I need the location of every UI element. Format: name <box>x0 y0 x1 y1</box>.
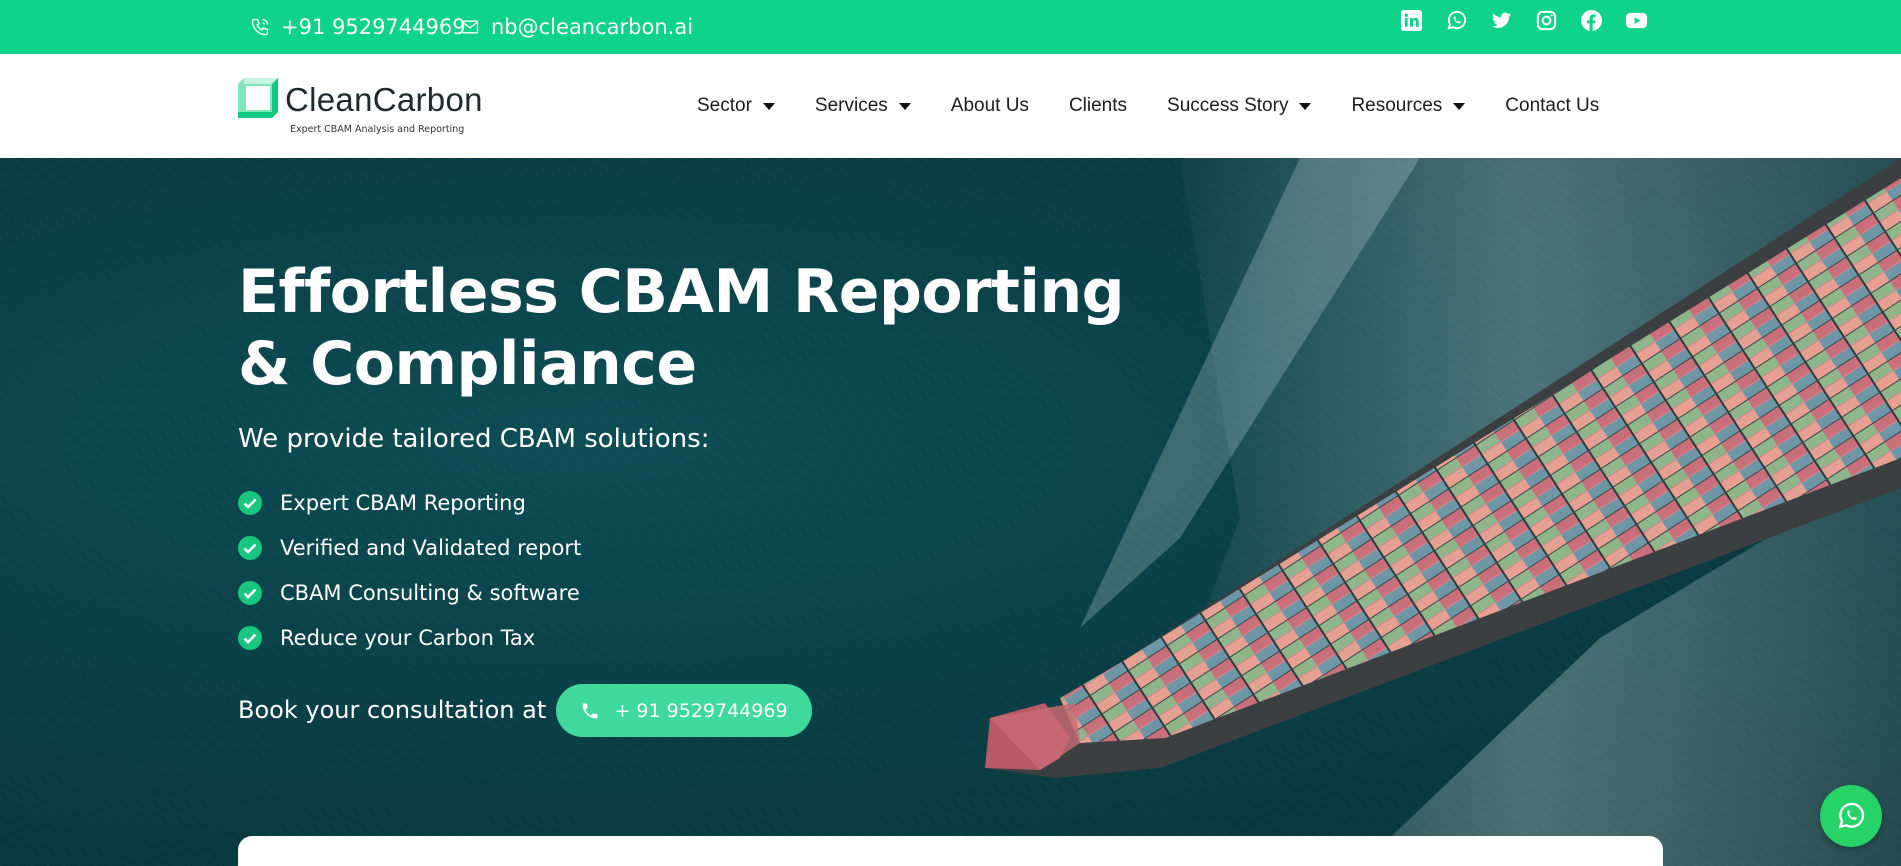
nav-item-label: Success Story <box>1167 95 1289 116</box>
facebook-icon[interactable] <box>1580 9 1603 32</box>
call-button[interactable]: + 91 9529744969 <box>556 684 812 737</box>
nav-item-contact-us[interactable]: Contact Us <box>1505 95 1599 117</box>
list-item: Reduce your Carbon Tax <box>238 615 581 660</box>
social-links <box>1400 9 1648 37</box>
twitter-icon[interactable] <box>1490 9 1513 32</box>
phone-icon <box>582 703 598 718</box>
logo[interactable]: CleanCarbon Expert CBAM Analysis and Rep… <box>238 78 508 138</box>
nav-item-resources[interactable]: Resources <box>1351 95 1466 117</box>
whatsapp-icon <box>1838 802 1865 829</box>
list-item: CBAM Consulting & software <box>238 570 581 615</box>
check-circle-icon <box>238 535 262 560</box>
nav-item-label: About Us <box>950 95 1029 116</box>
whatsapp-chat-button[interactable] <box>1820 785 1882 847</box>
hero-subtitle: We provide tailored CBAM solutions: <box>238 424 710 454</box>
nav-item-label: Services <box>814 95 888 116</box>
list-item: Verified and Validated report <box>238 525 581 570</box>
brand-tagline: Expert CBAM Analysis and Reporting <box>290 124 465 135</box>
whatsapp-icon[interactable] <box>1445 9 1468 32</box>
caret-down-icon <box>898 102 911 110</box>
nav-item-about-us[interactable]: About Us <box>951 95 1029 117</box>
youtube-icon[interactable] <box>1625 9 1648 32</box>
top-contact-bar: +91 9529744969 nb@cleancarbon.ai <box>0 0 1901 54</box>
book-consultation-text: Book your consultation at <box>238 696 547 724</box>
feature-list: Expert CBAM Reporting Verified and Valid… <box>238 480 581 660</box>
nav-item-label: Contact Us <box>1505 95 1600 116</box>
nav-item-label: Resources <box>1351 95 1443 116</box>
nav-item-label: Sector <box>697 95 752 116</box>
logo-mark-icon <box>238 78 278 118</box>
topbar-email[interactable]: nb@cleancarbon.ai <box>460 0 693 54</box>
hero-title: Effortless CBAM Reporting & Compliance <box>238 257 1125 399</box>
envelope-icon <box>461 20 479 34</box>
check-circle-icon <box>238 625 262 650</box>
phone-icon <box>251 18 269 36</box>
nav-item-label: Clients <box>1068 95 1128 116</box>
caret-down-icon <box>1453 102 1466 110</box>
site-header: CleanCarbon Expert CBAM Analysis and Rep… <box>0 54 1901 158</box>
nav-item-sector[interactable]: Sector <box>697 95 775 117</box>
nav-item-clients[interactable]: Clients <box>1069 95 1127 117</box>
topbar-email-text: nb@cleancarbon.ai <box>491 15 694 39</box>
call-button-label: + 91 9529744969 <box>614 699 788 722</box>
hero-section: Effortless CBAM Reporting & Compliance W… <box>0 158 1901 866</box>
feature-text: Expert CBAM Reporting <box>280 490 526 515</box>
caret-down-icon <box>762 102 775 110</box>
instagram-icon[interactable] <box>1535 9 1558 32</box>
check-circle-icon <box>238 580 262 605</box>
main-nav: Sector Services About Us Clients Success… <box>697 54 1599 158</box>
list-item: Expert CBAM Reporting <box>238 480 581 525</box>
linkedin-icon[interactable] <box>1400 9 1423 32</box>
topbar-phone[interactable]: +91 9529744969 <box>250 0 466 54</box>
brand-name: CleanCarbon <box>285 81 483 118</box>
info-card <box>238 836 1663 866</box>
feature-text: Reduce your Carbon Tax <box>280 625 536 650</box>
nav-item-services[interactable]: Services <box>815 95 911 117</box>
feature-text: Verified and Validated report <box>280 535 582 560</box>
feature-text: CBAM Consulting & software <box>280 580 580 605</box>
nav-item-success-story[interactable]: Success Story <box>1167 95 1312 117</box>
caret-down-icon <box>1299 102 1312 110</box>
topbar-phone-text: +91 9529744969 <box>281 15 466 39</box>
check-circle-icon <box>238 490 262 515</box>
